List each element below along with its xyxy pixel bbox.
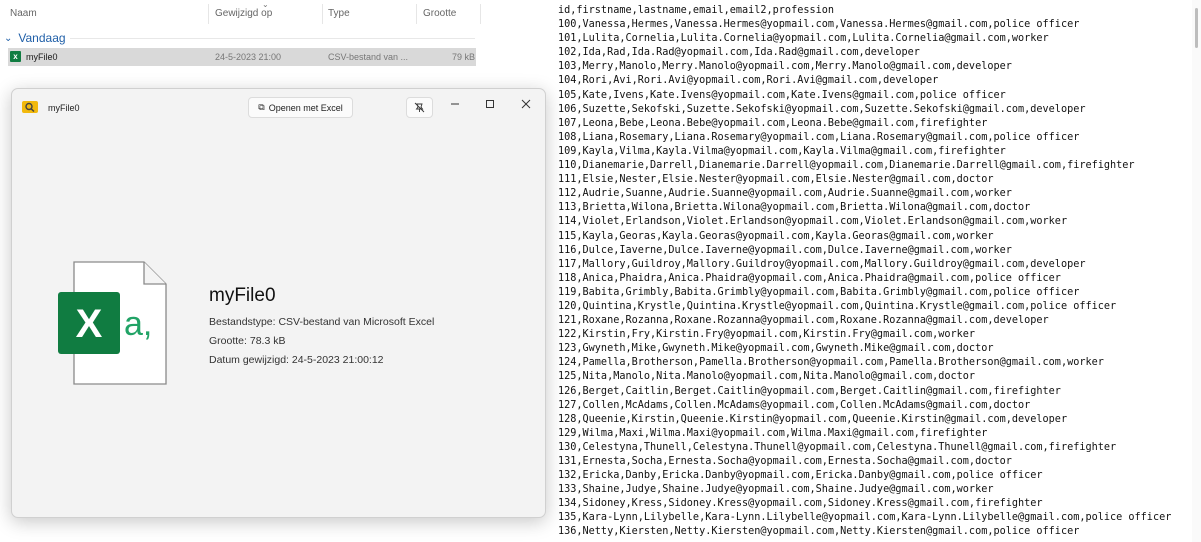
file-date-line: Datum gewijzigd: 24-5-2023 21:00:12 bbox=[209, 354, 384, 366]
group-header-today[interactable]: ⌄ Vandaag bbox=[4, 31, 66, 45]
csv-line: 116,Dulce,Iaverne,Dulce.Iaverne@yopmail.… bbox=[558, 244, 1012, 256]
csv-line: 122,Kirstin,Fry,Kirstin.Fry@yopmail.com,… bbox=[558, 329, 976, 341]
csv-line: 135,Kara-Lynn,Lilybelle,Kara-Lynn.Lilybe… bbox=[558, 512, 1172, 524]
csv-line: 110,Dianemarie,Darrell,Dianemarie.Darrel… bbox=[558, 160, 1135, 172]
csv-line: 106,Suzette,Sekofski,Suzette.Sekofski@yo… bbox=[558, 103, 1086, 115]
group-divider bbox=[70, 38, 475, 39]
csv-line: 125,Nita,Manolo,Nita.Manolo@yopmail.com,… bbox=[558, 371, 976, 383]
close-icon bbox=[521, 99, 531, 109]
csv-line: 136,Netty,Kiersten,Netty.Kiersten@yopmai… bbox=[558, 526, 1080, 538]
preview-window: myFile0 ⧉ Openen met Excel X a, myFile0 … bbox=[11, 88, 546, 518]
unpin-button[interactable] bbox=[406, 97, 433, 118]
column-divider[interactable] bbox=[208, 4, 209, 24]
csv-line: 104,Rori,Avi,Rori.Avi@yopmail.com,Rori.A… bbox=[558, 75, 939, 87]
open-with-excel-button[interactable]: ⧉ Openen met Excel bbox=[248, 97, 353, 118]
file-type: CSV-bestand van ... bbox=[328, 52, 409, 62]
file-size: 79 kB bbox=[452, 52, 476, 62]
csv-line: 102,Ida,Rad,Ida.Rad@yopmail.com,Ida.Rad@… bbox=[558, 47, 920, 59]
preview-file-name: myFile0 bbox=[209, 285, 276, 306]
csv-line: 134,Sidoney,Kress,Sidoney.Kress@yopmail.… bbox=[558, 498, 1043, 510]
csv-line: id,firstname,lastname,email,email2,profe… bbox=[558, 5, 835, 16]
csv-line: 112,Audrie,Suanne,Audrie.Suanne@yopmail.… bbox=[558, 188, 1012, 200]
csv-line: 118,Anica,Phaidra,Anica.Phaidra@yopmail.… bbox=[558, 272, 1061, 284]
file-modified: 24-5-2023 21:00 bbox=[215, 52, 282, 62]
file-size-line: Grootte: 78.3 kB bbox=[209, 335, 286, 347]
csv-line: 131,Ernesta,Socha,Ernesta.Socha@yopmail.… bbox=[558, 456, 1012, 467]
csv-line: 115,Kayla,Georas,Kayla.Georas@yopmail.co… bbox=[558, 230, 994, 242]
csv-line: 108,Liana,Rosemary,Liana.Rosemary@yopmai… bbox=[558, 131, 1080, 143]
file-name: myFile0 bbox=[26, 52, 58, 62]
csv-line: 128,Queenie,Kirstin,Queenie.Kirstin@yopm… bbox=[558, 413, 1068, 425]
csv-line: 103,Merry,Manolo,Merry.Manolo@yopmail.co… bbox=[558, 61, 1012, 73]
csv-line: 101,Lulita,Cornelia,Lulita.Cornelia@yopm… bbox=[558, 33, 1049, 45]
column-header-name[interactable]: Naam bbox=[10, 8, 37, 19]
column-divider[interactable] bbox=[322, 4, 323, 24]
csv-line: 120,Quintina,Krystle,Quintina.Krystle@yo… bbox=[558, 300, 1117, 312]
csv-line: 105,Kate,Ivens,Kate.Ivens@yopmail.com,Ka… bbox=[558, 89, 1006, 101]
excel-file-icon: x bbox=[10, 51, 21, 62]
column-divider[interactable] bbox=[416, 4, 417, 24]
csv-line: 111,Elsie,Nester,Elsie.Nester@yopmail.co… bbox=[558, 174, 994, 186]
csv-line: 119,Babita,Grimbly,Babita.Grimbly@yopmai… bbox=[558, 286, 1080, 298]
column-header-type[interactable]: Type bbox=[328, 8, 350, 19]
csv-line: 123,Gwyneth,Mike,Gwyneth.Mike@yopmail.co… bbox=[558, 343, 994, 355]
csv-line: 124,Pamella,Brotherson,Pamella.Brotherso… bbox=[558, 357, 1104, 369]
open-button-label: Openen met Excel bbox=[268, 102, 343, 113]
csv-line: 109,Kayla,Vilma,Kayla.Vilma@yopmail.com,… bbox=[558, 145, 1006, 157]
file-type-line: Bestandstype: CSV-bestand van Microsoft … bbox=[209, 316, 435, 328]
chevron-down-icon: ⌄ bbox=[4, 32, 13, 44]
column-header-size[interactable]: Grootte bbox=[423, 8, 456, 19]
csv-line: 113,Brietta,Wilona,Brietta.Wilona@yopmai… bbox=[558, 202, 1031, 214]
maximize-icon bbox=[486, 100, 494, 108]
file-row-myfile0[interactable]: x myFile0 24-5-2023 21:00 CSV-bestand va… bbox=[8, 48, 476, 66]
csv-line: 126,Berget,Caitlin,Berget.Caitlin@yopmai… bbox=[558, 385, 1061, 397]
vertical-scrollbar[interactable] bbox=[1192, 0, 1201, 542]
unpin-icon bbox=[414, 102, 425, 113]
minimize-icon bbox=[451, 103, 459, 105]
minimize-button[interactable] bbox=[443, 95, 467, 113]
excel-icon: X a, bbox=[58, 261, 167, 385]
search-icon bbox=[22, 101, 38, 113]
csv-text-view[interactable]: id,firstname,lastname,email,email2,profe… bbox=[558, 4, 1190, 542]
svg-text:X: X bbox=[76, 302, 103, 346]
csv-line: 107,Leona,Bebe,Leona.Bebe@yopmail.com,Le… bbox=[558, 117, 988, 129]
csv-line: 132,Ericka,Danby,Ericka.Danby@yopmail.co… bbox=[558, 470, 1043, 482]
window-title: myFile0 bbox=[48, 103, 80, 113]
csv-line: 129,Wilma,Maxi,Wilma.Maxi@yopmail.com,Wi… bbox=[558, 427, 988, 439]
file-info-panel: myFile0 Bestandstype: CSV-bestand van Mi… bbox=[209, 285, 434, 373]
open-external-icon: ⧉ bbox=[258, 102, 265, 112]
close-button[interactable] bbox=[514, 95, 538, 113]
maximize-button[interactable] bbox=[478, 95, 502, 113]
group-label: Vandaag bbox=[18, 31, 66, 45]
csv-line: 130,Celestyna,Thunell,Celestyna.Thunell@… bbox=[558, 441, 1117, 453]
csv-line: 114,Violet,Erlandson,Violet.Erlandson@yo… bbox=[558, 216, 1068, 228]
column-header-modified[interactable]: Gewijzigd op bbox=[215, 8, 272, 19]
csv-line: 117,Mallory,Guildroy,Mallory.Guildroy@yo… bbox=[558, 258, 1086, 270]
scrollbar-thumb[interactable] bbox=[1195, 8, 1198, 48]
csv-line: 133,Shaine,Judye,Shaine.Judye@yopmail.co… bbox=[558, 484, 994, 496]
csv-line: 100,Vanessa,Hermes,Vanessa.Hermes@yopmai… bbox=[558, 19, 1080, 31]
csv-line: 127,Collen,McAdams,Collen.McAdams@yopmai… bbox=[558, 399, 1031, 411]
preview-glyph: a, bbox=[124, 305, 152, 343]
column-divider[interactable] bbox=[480, 4, 481, 24]
csv-line: 121,Roxane,Rozanna,Roxane.Rozanna@yopmai… bbox=[558, 315, 1049, 327]
